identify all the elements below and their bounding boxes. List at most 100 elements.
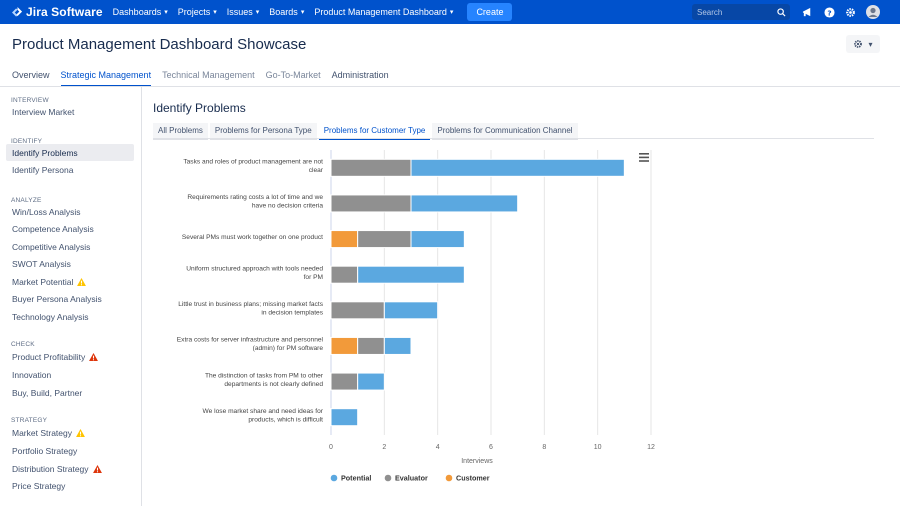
sidebar-item-label: Competence Analysis	[12, 223, 94, 234]
legend-marker-potential	[330, 474, 338, 482]
nav-item-label: Dashboards	[112, 7, 162, 17]
sidebar-item-swot-analysis[interactable]: SWOT Analysis	[6, 255, 134, 272]
sidebar-item-label: Product Profitability	[12, 351, 86, 362]
legend-marker-evaluator	[384, 474, 392, 482]
category-label: Tasks and roles of product management ar…	[183, 159, 323, 166]
x-tick-label: 8	[542, 444, 546, 451]
sidebar-item-label: SWOT Analysis	[12, 258, 71, 269]
sidebar: INTERVIEW Interview Market IDENTIFY Identif…	[0, 87, 142, 506]
chevron-down-icon: ▾	[449, 9, 454, 16]
svg-text:?: ?	[827, 8, 831, 17]
section-title: Identify Problems	[153, 101, 246, 115]
chevron-down-icon: ▾	[300, 9, 305, 16]
category-label: products, which is difficult	[248, 416, 323, 423]
sidebar-item-identify-persona[interactable]: Identify Persona	[6, 161, 134, 178]
category-label: Uniform structured approach with tools n…	[186, 265, 323, 272]
bar-potential	[410, 194, 519, 213]
sidebar-item-technology-analysis[interactable]: Technology Analysis	[6, 308, 134, 325]
bar-evaluator	[330, 194, 412, 213]
category-label: The distinction of tasks from PM to othe…	[205, 372, 324, 379]
bar-evaluator	[357, 336, 385, 355]
user-avatar[interactable]	[866, 5, 880, 19]
warning-icon	[89, 352, 99, 361]
category-label: have no decision criteria	[252, 203, 323, 210]
sidebar-item-label: Market Strategy	[12, 427, 72, 438]
page-tabs: Overview Strategic Management Technical Ma…	[12, 70, 400, 87]
sidebar-item-label: Distribution Strategy	[12, 463, 89, 474]
sidebar-item-win-loss-analysis[interactable]: Win/Loss Analysis	[6, 203, 134, 220]
tab-technical-management[interactable]: Technical Management	[162, 70, 255, 87]
sidebar-item-label: Portfolio Strategy	[12, 445, 78, 456]
legend-label-potential: Potential	[341, 474, 371, 483]
warning-icon	[92, 464, 102, 473]
subtab-divider	[153, 138, 874, 139]
bar-customer	[330, 336, 359, 355]
bar-potential	[383, 301, 439, 320]
sidebar-item-market-strategy[interactable]: Market Strategy	[6, 424, 134, 441]
nav-dashboards[interactable]: Dashboards ▾	[113, 7, 168, 17]
bar-customer	[330, 230, 359, 249]
sidebar-item-price-strategy[interactable]: Price Strategy	[6, 477, 134, 494]
sidebar-item-buyer-persona-analysis[interactable]: Buyer Persona Analysis	[6, 290, 134, 307]
sidebar-section-heading: STRATEGY	[11, 417, 48, 424]
category-label: in decision templates	[261, 310, 323, 317]
nav-projects[interactable]: Projects ▾	[178, 7, 217, 17]
notifications-icon[interactable]	[800, 5, 814, 19]
bar-potential	[330, 408, 359, 427]
sidebar-item-product-profitability[interactable]: Product Profitability	[6, 348, 134, 365]
legend-label-customer: Customer	[456, 474, 490, 483]
bar-potential	[357, 265, 465, 284]
nav-product-management-dashboard[interactable]: Product Management Dashboard ▾	[314, 7, 453, 17]
bar-evaluator	[330, 372, 359, 391]
chevron-down-icon: ▾	[868, 39, 873, 49]
sidebar-item-competitive-analysis[interactable]: Competitive Analysis	[6, 238, 134, 255]
jira-logo[interactable]: Jira Software	[12, 5, 103, 19]
x-tick-label: 4	[436, 444, 440, 451]
bar-evaluator	[330, 301, 385, 320]
page-title: Product Management Dashboard Showcase	[12, 36, 307, 53]
search-icon	[777, 7, 786, 17]
bar-potential	[410, 230, 465, 249]
dashboard-settings-button[interactable]: ▾	[846, 35, 880, 53]
search-input[interactable]	[692, 6, 777, 18]
sidebar-item-label: Win/Loss Analysis	[12, 206, 81, 217]
tab-overview[interactable]: Overview	[12, 70, 50, 87]
bar-potential	[383, 336, 412, 355]
sidebar-item-label: Technology Analysis	[12, 311, 89, 322]
sidebar-item-label: Price Strategy	[12, 480, 66, 491]
sidebar-item-interview-market[interactable]: Interview Market	[6, 103, 134, 120]
tab-strategic-management[interactable]: Strategic Management	[60, 70, 152, 87]
sidebar-item-portfolio-strategy[interactable]: Portfolio Strategy	[6, 442, 134, 459]
bar-evaluator	[357, 230, 412, 249]
sidebar-item-label: Innovation	[12, 369, 52, 380]
x-tick-label: 2	[382, 444, 386, 451]
sidebar-item-label: Market Potential	[12, 276, 74, 287]
sidebar-item-label: Buy, Build, Partner	[12, 387, 83, 398]
bar-potential	[357, 372, 385, 391]
sidebar-item-identify-problems[interactable]: Identify Problems	[6, 144, 134, 161]
tab-go-to-market[interactable]: Go-To-Market	[266, 70, 321, 87]
help-icon[interactable]: ?	[822, 5, 836, 19]
settings-gear-icon[interactable]	[843, 5, 857, 19]
x-tick-label: 10	[594, 444, 602, 451]
search-box[interactable]	[692, 4, 790, 20]
sidebar-item-innovation[interactable]: Innovation	[6, 366, 134, 383]
x-tick-label: 0	[329, 444, 333, 451]
create-button[interactable]: Create	[467, 3, 513, 21]
sidebar-item-label: Competitive Analysis	[12, 241, 91, 252]
nav-item-label: Projects	[177, 7, 211, 17]
nav-boards[interactable]: Boards ▾	[269, 7, 304, 17]
bar-potential	[410, 158, 625, 177]
legend-label-evaluator: Evaluator	[395, 474, 428, 483]
nav-item-label: Boards	[269, 7, 298, 17]
sidebar-item-competence-analysis[interactable]: Competence Analysis	[6, 220, 134, 237]
category-label: (admin) for PM software	[253, 345, 324, 352]
sidebar-item-market-potential[interactable]: Market Potential	[6, 273, 134, 290]
sidebar-item-label: Interview Market	[12, 106, 75, 117]
sidebar-item-buy-build-partner[interactable]: Buy, Build, Partner	[6, 384, 134, 401]
x-tick-label: 12	[647, 444, 655, 451]
sidebar-item-distribution-strategy[interactable]: Distribution Strategy	[6, 460, 134, 477]
tab-administration[interactable]: Administration	[332, 70, 389, 87]
chevron-down-icon: ▾	[164, 9, 168, 16]
nav-issues[interactable]: Issues ▾	[227, 7, 260, 17]
